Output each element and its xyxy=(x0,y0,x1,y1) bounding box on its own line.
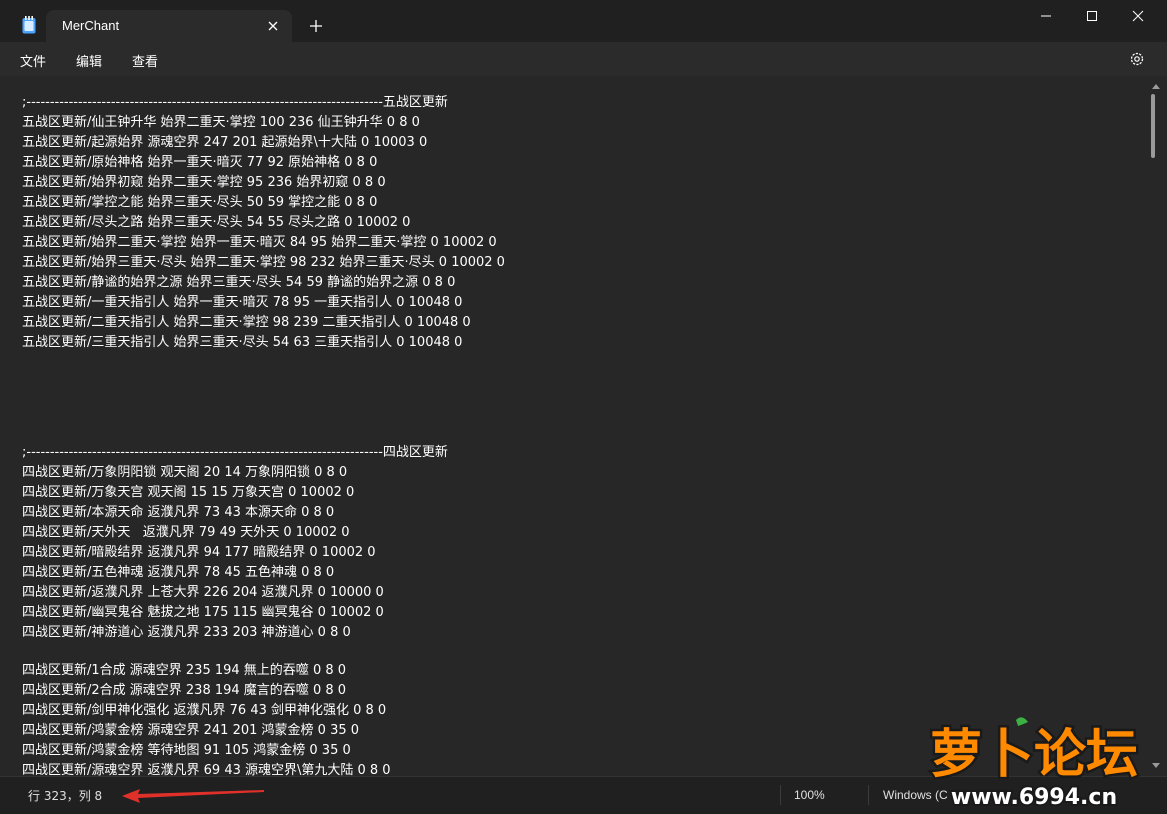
text-line: 五战区更新/掌控之能 始界三重天·尽头 50 59 掌控之能 0 8 0 xyxy=(22,195,378,210)
text-line: 四战区更新/剑甲神化强化 返濮凡界 76 43 剑甲神化强化 0 8 0 xyxy=(22,703,387,718)
scroll-down-icon[interactable] xyxy=(1151,762,1161,770)
status-separator xyxy=(780,785,781,805)
editor-lines: ;---------------------------------------… xyxy=(22,93,505,776)
text-line: 四战区更新/五色神魂 返濮凡界 78 45 五色神魂 0 8 0 xyxy=(22,565,335,580)
text-line: 四战区更新/本源天命 返濮凡界 73 43 本源天命 0 8 0 xyxy=(22,505,335,520)
text-line: 五战区更新/仙王钟升华 始界二重天·掌控 100 236 仙王钟升华 0 8 0 xyxy=(22,115,420,130)
maximize-button[interactable] xyxy=(1069,0,1115,32)
red-arrow-annotation xyxy=(122,789,264,803)
text-line: 五战区更新/静谧的始界之源 始界三重天·尽头 54 59 静谧的始界之源 0 8… xyxy=(22,275,456,290)
close-icon xyxy=(1132,10,1144,22)
text-line: 四战区更新/鸿蒙金榜 源魂空界 241 201 鸿蒙金榜 0 35 0 xyxy=(22,723,360,738)
zoom-level[interactable]: 100% xyxy=(794,788,825,802)
text-line: 五战区更新/始界二重天·掌控 始界一重天·暗灭 84 95 始界二重天·掌控 0… xyxy=(22,235,497,250)
text-line: 五战区更新/始界初窥 始界二重天·掌控 95 236 始界初窥 0 8 0 xyxy=(22,175,386,190)
minimize-icon xyxy=(1041,15,1051,17)
text-line: 四战区更新/神游道心 返濮凡界 233 203 神游道心 0 8 0 xyxy=(22,625,351,640)
title-bar: MerChant xyxy=(0,0,1167,42)
menu-file[interactable]: 文件 xyxy=(20,51,46,70)
text-line: 五战区更新/起源始界 源魂空界 247 201 起源始界\十大陆 0 10003… xyxy=(22,135,428,150)
text-line: ;---------------------------------------… xyxy=(22,95,448,110)
text-line: 五战区更新/一重天指引人 始界一重天·暗灭 78 95 一重天指引人 0 100… xyxy=(22,295,463,310)
notepad-icon xyxy=(22,16,36,34)
menu-view[interactable]: 查看 xyxy=(132,51,158,70)
text-editor[interactable]: ;---------------------------------------… xyxy=(0,76,1145,776)
text-line: 四战区更新/幽冥鬼谷 魅拔之地 175 115 幽冥鬼谷 0 10002 0 xyxy=(22,605,384,620)
window-close-button[interactable] xyxy=(1115,0,1161,32)
tab-title: MerChant xyxy=(62,18,120,33)
text-line: 五战区更新/二重天指引人 始界二重天·掌控 98 239 二重天指引人 0 10… xyxy=(22,315,471,330)
scroll-thumb[interactable] xyxy=(1151,94,1155,158)
text-line: 五战区更新/尽头之路 始界三重天·尽头 54 55 尽头之路 0 10002 0 xyxy=(22,215,411,230)
gear-icon[interactable] xyxy=(1128,50,1146,68)
text-line: 四战区更新/天外天 返濮凡界 79 49 天外天 0 10002 0 xyxy=(22,525,350,540)
watermark-brand: 萝卜论坛 xyxy=(930,725,1138,785)
tab-merchant[interactable]: MerChant xyxy=(46,10,292,42)
cursor-position[interactable]: 行 323，列 8 xyxy=(28,787,102,804)
watermark-site: www.6994.cn xyxy=(951,785,1117,810)
text-line: ;---------------------------------------… xyxy=(22,445,448,460)
menu-bar: 文件 编辑 查看 xyxy=(0,42,1167,76)
menu-edit[interactable]: 编辑 xyxy=(76,51,102,70)
maximize-icon xyxy=(1087,11,1097,21)
text-line: 五战区更新/原始神格 始界一重天·暗灭 77 92 原始神格 0 8 0 xyxy=(22,155,378,170)
text-line: 四战区更新/2合成 源魂空界 238 194 魔言的吞噬 0 8 0 xyxy=(22,683,347,698)
watermark-logo: 萝卜论坛 www.6994.cn xyxy=(927,717,1141,810)
text-line: 四战区更新/源魂空界 返濮凡界 69 43 源魂空界\第九大陆 0 8 0 xyxy=(22,763,391,776)
text-line: 四战区更新/万象天宫 观天阁 15 15 万象天宫 0 10002 0 xyxy=(22,485,355,500)
text-line: 五战区更新/三重天指引人 始界三重天·尽头 54 63 三重天指引人 0 100… xyxy=(22,335,463,350)
plus-icon[interactable] xyxy=(307,17,325,35)
blank-lines xyxy=(22,353,505,443)
text-line: 四战区更新/返濮凡界 上苍大界 226 204 返濮凡界 0 10000 0 xyxy=(22,585,384,600)
status-separator xyxy=(868,785,869,805)
minimize-button[interactable] xyxy=(1023,0,1069,32)
text-line: 四战区更新/1合成 源魂空界 235 194 無上的吞噬 0 8 0 xyxy=(22,663,347,678)
text-line: 四战区更新/鸿蒙金榜 等待地图 91 105 鸿蒙金榜 0 35 0 xyxy=(22,743,351,758)
close-icon[interactable] xyxy=(264,17,282,35)
text-line: 五战区更新/始界三重天·尽头 始界二重天·掌控 98 232 始界三重天·尽头 … xyxy=(22,255,505,270)
scroll-up-icon[interactable] xyxy=(1151,82,1161,90)
vertical-scrollbar[interactable] xyxy=(1145,76,1167,776)
text-line: 四战区更新/万象阴阳锁 观天阁 20 14 万象阴阳锁 0 8 0 xyxy=(22,465,348,480)
text-line: 四战区更新/暗殿结界 返濮凡界 94 177 暗殿结界 0 10002 0 xyxy=(22,545,376,560)
